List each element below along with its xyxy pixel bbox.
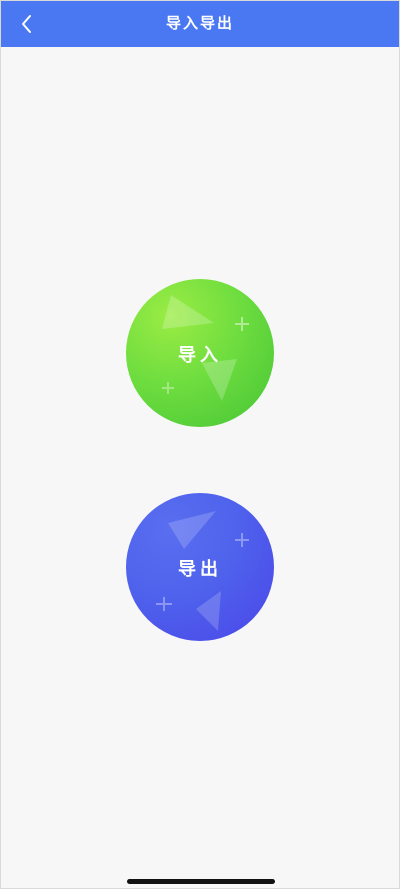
import-label: 导入	[178, 345, 222, 366]
export-label: 导出	[178, 559, 222, 580]
page-title: 导入导出	[165, 14, 234, 32]
import-button[interactable]: 导入	[126, 279, 274, 427]
home-indicator	[127, 879, 275, 884]
top-navigation-bar: 导入导出	[1, 1, 399, 47]
export-button[interactable]: 导出	[126, 493, 274, 641]
screen: 导入导出 导入 导出	[0, 0, 400, 889]
